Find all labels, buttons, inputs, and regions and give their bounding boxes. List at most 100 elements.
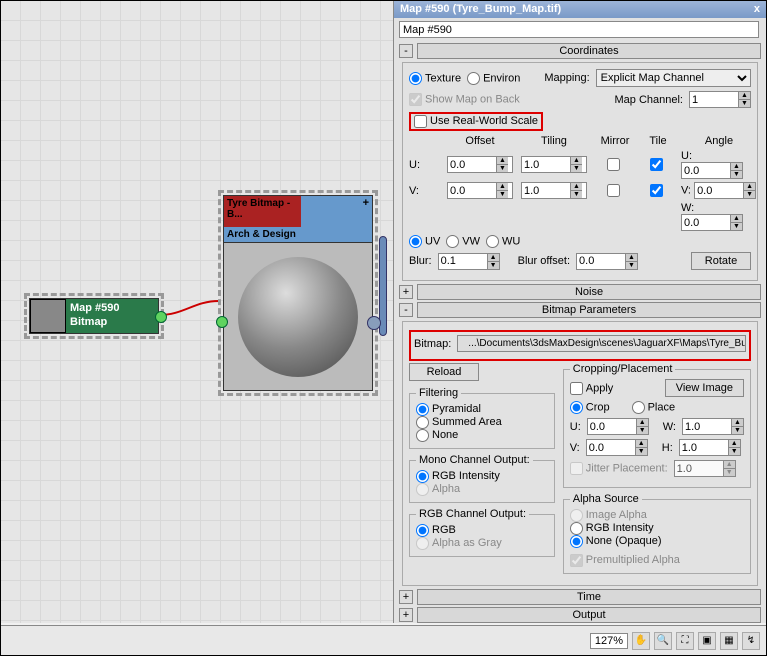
coordinates-body: Texture Environ Mapping: Explicit Map Ch…	[402, 62, 758, 281]
place-radio[interactable]: Place	[632, 401, 676, 414]
crop-w[interactable]: ▲▼	[682, 418, 744, 435]
u-tiling[interactable]: ▲▼	[521, 156, 587, 173]
close-icon[interactable]: x	[754, 3, 760, 16]
u-angle[interactable]: ▲▼	[681, 162, 743, 179]
cropping-group: Cropping/Placement Apply View Image Crop…	[563, 363, 751, 488]
jitter-check: Jitter Placement:	[570, 462, 668, 475]
none-filter-radio[interactable]: None	[416, 429, 458, 441]
blur-spinner[interactable]: ▲▼	[438, 253, 500, 270]
map-channel-spinner[interactable]: ▲▼	[689, 91, 751, 108]
blur-offset-spinner[interactable]: ▲▼	[576, 253, 638, 270]
bitmap-params-body: Bitmap: ...\Documents\3dsMaxDesign\scene…	[402, 321, 758, 586]
w-angle[interactable]: ▲▼	[681, 214, 743, 231]
rollup-time[interactable]: Time	[417, 589, 761, 605]
vw-radio[interactable]: VW	[446, 235, 480, 248]
rollup-bitmap-params[interactable]: Bitmap Parameters	[417, 302, 761, 318]
collapse-icon[interactable]: -	[399, 303, 413, 317]
crop-u[interactable]: ▲▼	[587, 418, 649, 435]
node-canvas[interactable]: Map #590 Bitmap Tyre Bitmap - B... + Arc…	[1, 1, 394, 623]
premult-check: Premultiplied Alpha	[570, 554, 680, 566]
v-tile-check[interactable]	[650, 184, 663, 197]
mono-output-group: Mono Channel Output: RGB Intensity Alpha	[409, 454, 555, 503]
rgb-intensity-radio[interactable]: RGB Intensity	[570, 522, 654, 534]
u-label: U:	[409, 159, 439, 171]
angle-header: Angle	[681, 135, 757, 147]
rollup-coordinates[interactable]: Coordinates	[417, 43, 761, 59]
node-map-590[interactable]: Map #590 Bitmap	[29, 298, 159, 334]
expand-icon[interactable]: +	[363, 197, 369, 209]
node-mat-type: Arch & Design	[224, 227, 372, 242]
blur-offset-label: Blur offset:	[518, 255, 570, 267]
rgb-output-group: RGB Channel Output: RGB Alpha as Gray	[409, 508, 555, 557]
node-type: Bitmap	[70, 315, 120, 329]
real-world-highlight: Use Real-World Scale	[409, 112, 543, 131]
mono-alpha-radio: Alpha	[416, 483, 460, 495]
texture-radio[interactable]: Texture	[409, 72, 461, 85]
output-port-main[interactable]	[367, 316, 381, 330]
rollup-noise[interactable]: Noise	[417, 284, 761, 300]
zoom-icon[interactable]: 🔍	[654, 632, 672, 650]
fit-icon[interactable]: ▣	[698, 632, 716, 650]
rotate-button[interactable]: Rotate	[691, 252, 751, 270]
rgb-radio[interactable]: RGB	[416, 524, 456, 536]
expand-icon[interactable]: +	[399, 285, 413, 299]
u-offset[interactable]: ▲▼	[447, 156, 513, 173]
environ-radio[interactable]: Environ	[467, 72, 520, 85]
wu-radio[interactable]: WU	[486, 235, 520, 248]
properties-panel: Map #590 (Tyre_Bump_Map.tif) x - Coordin…	[393, 1, 766, 623]
v-label: V:	[409, 185, 439, 197]
alpha-source-group: Alpha Source Image Alpha RGB Intensity N…	[563, 493, 751, 574]
filtering-group: Filtering Pyramidal Summed Area None	[409, 387, 555, 449]
input-port[interactable]	[216, 316, 228, 328]
reload-button[interactable]: Reload	[409, 363, 479, 381]
v-angle[interactable]: ▲▼	[694, 182, 756, 199]
uv-radio[interactable]: UV	[409, 235, 440, 248]
pyramidal-radio[interactable]: Pyramidal	[416, 403, 481, 415]
view-image-button[interactable]: View Image	[665, 379, 744, 397]
offset-header: Offset	[447, 135, 513, 147]
connection-wire	[159, 301, 223, 329]
node-material[interactable]: Tyre Bitmap - B... + Arch & Design	[223, 195, 373, 391]
crop-v[interactable]: ▲▼	[586, 439, 648, 456]
node-mat-header-right	[301, 196, 372, 227]
bitmap-label: Bitmap:	[414, 338, 451, 350]
pan-icon[interactable]: ✋	[632, 632, 650, 650]
mono-rgb-radio[interactable]: RGB Intensity	[416, 470, 500, 482]
map-name-field[interactable]	[399, 21, 759, 38]
v-offset[interactable]: ▲▼	[447, 182, 513, 199]
crop-h[interactable]: ▲▼	[679, 439, 741, 456]
statusbar: 127% ✋ 🔍 ⛶ ▣ ▦ ↯	[1, 625, 766, 655]
v-mirror-check[interactable]	[607, 184, 620, 197]
zoom-level[interactable]: 127%	[590, 633, 628, 649]
output-port[interactable]	[155, 311, 167, 323]
layout-icon[interactable]: ▦	[720, 632, 738, 650]
mapping-select[interactable]: Explicit Map Channel	[596, 69, 751, 87]
real-world-check[interactable]: Use Real-World Scale	[414, 115, 538, 127]
bitmap-highlight: Bitmap: ...\Documents\3dsMaxDesign\scene…	[409, 330, 751, 361]
tiling-header: Tiling	[521, 135, 587, 147]
tool-icon[interactable]: ↯	[742, 632, 760, 650]
alpha-gray-radio: Alpha as Gray	[416, 537, 502, 549]
map-channel-label: Map Channel:	[615, 94, 684, 106]
zoom-region-icon[interactable]: ⛶	[676, 632, 694, 650]
bitmap-path-button[interactable]: ...\Documents\3dsMaxDesign\scenes\Jaguar…	[457, 335, 746, 352]
panel-title-text: Map #590 (Tyre_Bump_Map.tif)	[400, 3, 561, 16]
none-opaque-radio[interactable]: None (Opaque)	[570, 535, 662, 547]
expand-icon[interactable]: +	[399, 590, 413, 604]
rollup-output[interactable]: Output	[417, 607, 761, 623]
collapse-icon[interactable]: -	[399, 44, 413, 58]
node-preview	[224, 242, 372, 390]
blur-label: Blur:	[409, 255, 432, 267]
u-mirror-check[interactable]	[607, 158, 620, 171]
tile-header: Tile	[643, 135, 673, 147]
apply-check[interactable]: Apply	[570, 382, 614, 395]
crop-radio[interactable]: Crop	[570, 401, 610, 414]
expand-icon[interactable]: +	[399, 608, 413, 622]
panel-titlebar[interactable]: Map #590 (Tyre_Bump_Map.tif) x	[394, 1, 766, 18]
v-tiling[interactable]: ▲▼	[521, 182, 587, 199]
summed-radio[interactable]: Summed Area	[416, 416, 502, 428]
preview-sphere	[238, 257, 358, 377]
image-alpha-radio: Image Alpha	[570, 509, 647, 521]
node-mat-title: Tyre Bitmap - B...	[224, 196, 301, 227]
u-tile-check[interactable]	[650, 158, 663, 171]
